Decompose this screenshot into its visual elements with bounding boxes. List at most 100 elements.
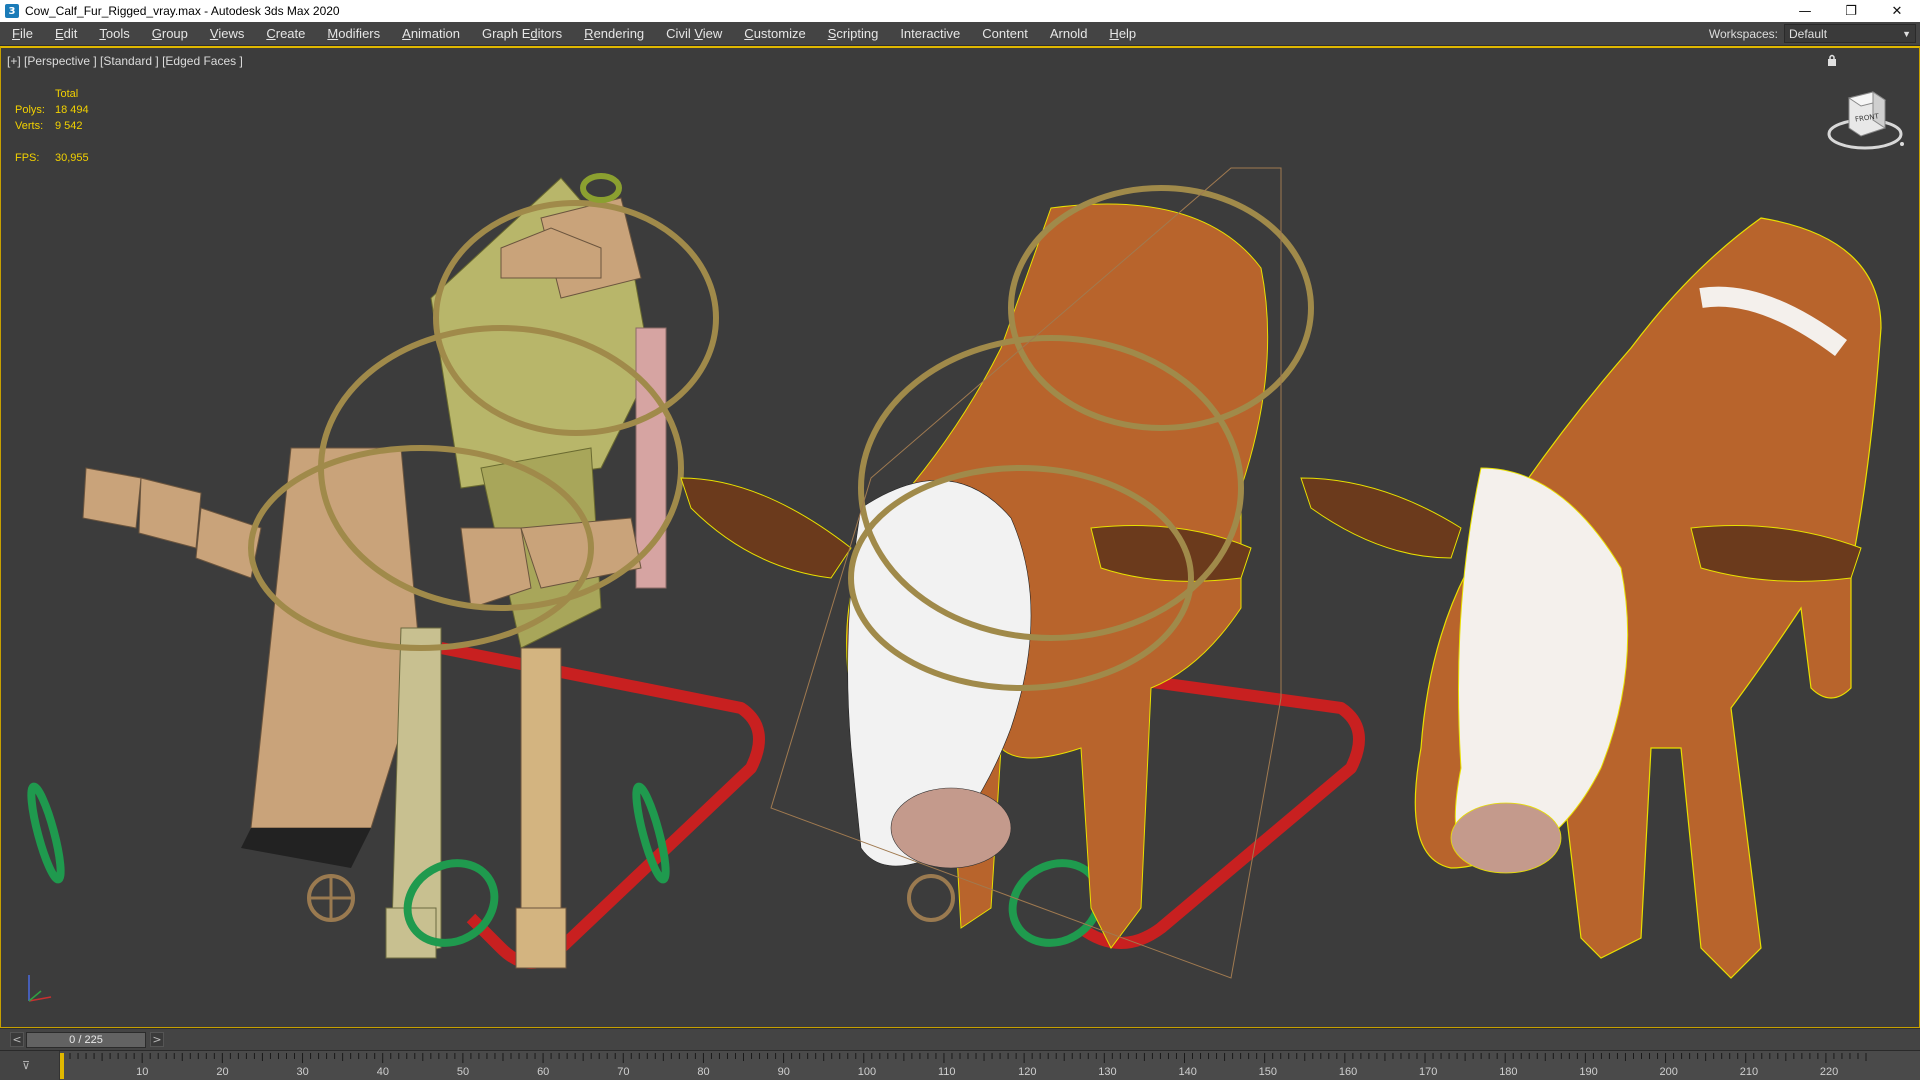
track-tick-label: 220 xyxy=(1820,1066,1838,1078)
menu-item-tools[interactable]: Tools xyxy=(87,22,139,46)
minimize-button[interactable]: — xyxy=(1782,0,1828,22)
menu-item-edit[interactable]: Edit xyxy=(43,22,87,46)
track-tick-label: 120 xyxy=(1018,1066,1036,1078)
workspace-value: Default xyxy=(1789,26,1828,41)
scene-canvas[interactable] xyxy=(1,48,1919,1028)
menu-item-mnemonic: E xyxy=(54,25,64,41)
menu-item-modifiers[interactable]: Modifiers xyxy=(315,22,390,46)
workspaces-control: Workspaces: Default ▼ xyxy=(1709,24,1916,43)
previous-frame-button[interactable]: < xyxy=(10,1032,24,1047)
workspaces-dropdown[interactable]: Default ▼ xyxy=(1784,24,1916,43)
menu-item-text: ustomize xyxy=(753,25,806,41)
cow-wireframe-model xyxy=(680,167,1314,979)
track-tick-label: 140 xyxy=(1178,1066,1196,1078)
menu-item-group[interactable]: Group xyxy=(140,22,198,46)
menu-item-mnemonic: M xyxy=(327,25,339,41)
track-ruler[interactable]: 10 20 30 40 50 60 70 80 90 100 110 120 130 140 150 160 1… xyxy=(60,1053,1870,1079)
fps-value: 30,955 xyxy=(55,152,89,164)
menu-bar: File Edit Tools Group Views Create Modifiers An… xyxy=(0,22,1920,46)
track-tick-label: 10 xyxy=(136,1066,148,1078)
menu-item-mnemonic: R xyxy=(584,25,594,41)
track-tick-label: 80 xyxy=(697,1066,709,1078)
menu-item-customize[interactable]: Customize xyxy=(732,22,815,46)
menu-item-file[interactable]: File xyxy=(0,22,43,46)
menu-item-civil-view[interactable]: Civil View xyxy=(654,22,732,46)
menu-item-text: itors xyxy=(537,25,563,41)
menu-item-text: ools xyxy=(105,25,130,41)
lock-icon[interactable] xyxy=(1827,54,1837,66)
window-title: Cow_Calf_Fur_Rigged_vray.max - Autodesk … xyxy=(25,4,340,18)
track-bar[interactable]: ⊽ 10 20 30 40 50 60 70 80 90 100 110 120 130 140 150 16… xyxy=(0,1050,1920,1080)
rig-ring-top-left xyxy=(580,173,622,203)
perspective-viewport[interactable]: [+] [Perspective ] [Standard ] [Edged Fa… xyxy=(0,46,1920,1028)
menu-item-mnemonic: A xyxy=(402,25,411,41)
menu-item-mnemonic: C xyxy=(266,25,276,41)
track-tick-label: 20 xyxy=(216,1066,228,1078)
title-bar: 3 Cow_Calf_Fur_Rigged_vray.max - Autodes… xyxy=(0,0,1920,22)
menu-item-mnemonic: V xyxy=(694,25,703,41)
menu-item-text: elp xyxy=(1118,25,1137,41)
polys-label: Polys: xyxy=(15,104,45,116)
menu-item-text: Civil xyxy=(666,25,695,41)
fps-label: FPS: xyxy=(15,152,40,164)
menu-item-text: roup xyxy=(161,25,188,41)
rig-ring-green-left-3 xyxy=(632,782,670,884)
rig-ring-green-left-1 xyxy=(27,782,65,884)
menu-item-text: ile xyxy=(19,25,33,41)
app-3dsmax-icon[interactable]: 3 xyxy=(5,4,19,18)
verts-label: Verts: xyxy=(15,120,44,132)
menu-item-mnemonic: d xyxy=(530,25,538,41)
menu-item-text: reate xyxy=(275,25,306,41)
track-tick-label: 30 xyxy=(297,1066,309,1078)
menu-item-graph-editors[interactable]: Graph Editors xyxy=(470,22,572,46)
menu-item-content[interactable]: Content xyxy=(970,22,1038,46)
viewcube[interactable]: FRONT xyxy=(1825,78,1905,158)
menu-item-views[interactable]: Views xyxy=(198,22,254,46)
stats-header: Total xyxy=(55,88,79,100)
track-bar-left: ⊽ xyxy=(0,1051,60,1080)
menu-item-mnemonic: G xyxy=(151,25,162,41)
time-slider[interactable]: 0 / 225 xyxy=(26,1032,146,1048)
track-tick-label: 60 xyxy=(537,1066,549,1078)
time-slider-bar: < 0 / 225 > xyxy=(0,1028,1920,1050)
menu-item-text: iews xyxy=(218,25,245,41)
current-frame-marker[interactable] xyxy=(60,1053,64,1079)
track-tick-label: 90 xyxy=(778,1066,790,1078)
menu-item-rendering[interactable]: Rendering xyxy=(572,22,654,46)
restore-button[interactable]: ❐ xyxy=(1828,0,1874,22)
track-tick-label: 210 xyxy=(1740,1066,1758,1078)
viewport-label[interactable]: [+] [Perspective ] [Standard ] [Edged Fa… xyxy=(7,54,243,68)
menu-item-mnemonic: C xyxy=(744,25,754,41)
menu-item-mnemonic: H xyxy=(1109,25,1119,41)
menu-item-text: nimation xyxy=(410,25,460,41)
menu-item-text: dit xyxy=(63,25,78,41)
menu-item-scripting[interactable]: Scripting xyxy=(816,22,889,46)
track-tick-label: 50 xyxy=(457,1066,469,1078)
menu-item-text: Graph E xyxy=(481,25,531,41)
menu-item-text: Arnold xyxy=(1049,25,1088,41)
viewport-statistics: Total Polys: 18 494 Verts: 9 542 FPS: 30,95… xyxy=(15,86,89,166)
polys-value: 18 494 xyxy=(55,104,89,116)
track-tick-label: 130 xyxy=(1098,1066,1116,1078)
menu-item-interactive[interactable]: Interactive xyxy=(888,22,970,46)
chevron-down-icon: ▼ xyxy=(1902,28,1911,39)
workspaces-label: Workspaces: xyxy=(1708,26,1778,41)
track-tick-label: 180 xyxy=(1499,1066,1517,1078)
track-tick-label: 200 xyxy=(1660,1066,1678,1078)
menu-item-arnold[interactable]: Arnold xyxy=(1038,22,1098,46)
track-tick-label: 160 xyxy=(1339,1066,1357,1078)
menu-item-text: endering xyxy=(593,25,645,41)
menu-item-text: Interactive xyxy=(900,25,961,41)
track-tick-label: 110 xyxy=(938,1066,956,1078)
window-controls: — ❐ ✕ xyxy=(1782,0,1920,22)
track-tick-label: 170 xyxy=(1419,1066,1437,1078)
close-button[interactable]: ✕ xyxy=(1874,0,1920,22)
menu-item-animation[interactable]: Animation xyxy=(390,22,470,46)
menu-item-text: odifiers xyxy=(338,25,381,41)
next-frame-button[interactable]: > xyxy=(150,1032,164,1047)
menu-item-help[interactable]: Help xyxy=(1097,22,1146,46)
track-tick-label: 70 xyxy=(617,1066,629,1078)
menu-item-create[interactable]: Create xyxy=(254,22,315,46)
key-filter-icon[interactable]: ⊽ xyxy=(22,1059,30,1072)
cow-rig-skeleton xyxy=(82,177,667,969)
